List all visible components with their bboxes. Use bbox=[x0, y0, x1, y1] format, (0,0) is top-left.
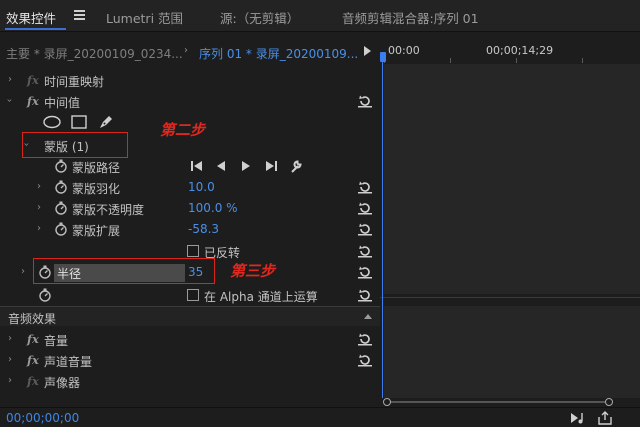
wrench-icon[interactable] bbox=[289, 159, 303, 173]
panel-tab-bar: 效果控件 Lumetri 范围 源:（无剪辑） 音频剪辑混合器:序列 01 bbox=[0, 0, 640, 32]
ruler-start-time: 00:00 bbox=[388, 44, 420, 57]
chevron-right-icon[interactable]: › bbox=[37, 202, 41, 213]
fx-icon[interactable]: fx bbox=[27, 353, 39, 367]
master-clip-label[interactable]: 主要 * 录屏_20200109_0234... bbox=[6, 45, 183, 62]
reset-icon[interactable] bbox=[358, 201, 372, 215]
audio-effects-section[interactable]: 音频效果 bbox=[0, 306, 380, 326]
tab-lumetri-scopes[interactable]: Lumetri 范围 bbox=[106, 8, 183, 27]
track-backward-one-frame-icon[interactable] bbox=[190, 160, 204, 172]
chevron-right-icon[interactable]: › bbox=[8, 333, 12, 344]
stopwatch-icon[interactable] bbox=[54, 159, 68, 173]
time-remap-row[interactable]: › fx 时间重映射 bbox=[0, 70, 380, 91]
reset-icon[interactable] bbox=[358, 180, 372, 194]
scrollbar-left-handle[interactable] bbox=[383, 398, 391, 406]
channel-volume-label: 声道音量 bbox=[44, 355, 93, 369]
track-forward-icon[interactable] bbox=[240, 160, 252, 172]
intermediate-label: 中间值 bbox=[44, 96, 81, 110]
footer-bar: 00;00;00;00 bbox=[0, 407, 640, 427]
channel-volume-row[interactable]: › fx 声道音量 bbox=[0, 350, 380, 371]
clip-header: 主要 * 录屏_20200109_0234... › 序列 01 * 录屏_20… bbox=[0, 42, 380, 62]
panel-menu-icon[interactable] bbox=[74, 10, 85, 20]
reset-icon[interactable] bbox=[358, 288, 372, 302]
tab-source[interactable]: 源:（无剪辑） bbox=[220, 8, 299, 27]
collapse-up-icon[interactable] bbox=[364, 314, 372, 319]
annotation-box-radius bbox=[33, 258, 215, 284]
ruler-tick bbox=[450, 58, 451, 63]
mask-opacity-label: 蒙版不透明度 bbox=[72, 203, 145, 217]
mask-expansion-label: 蒙版扩展 bbox=[72, 224, 121, 238]
chevron-right-icon[interactable]: › bbox=[37, 223, 41, 234]
mask-opacity-row: › 蒙版不透明度 100.0 % bbox=[0, 198, 380, 219]
playhead-line bbox=[382, 62, 383, 398]
stopwatch-icon[interactable] bbox=[38, 288, 52, 302]
ruler-mid-time: 00;00;14;29 bbox=[486, 44, 554, 57]
scrollbar-track[interactable] bbox=[389, 401, 609, 403]
chevron-right-icon: › bbox=[184, 45, 188, 56]
audio-track-bar bbox=[384, 306, 640, 398]
play-triangle-icon[interactable] bbox=[364, 46, 371, 56]
annotation-step-two: 第二步 bbox=[160, 121, 206, 139]
reset-icon[interactable] bbox=[358, 353, 372, 367]
chevron-right-icon[interactable]: › bbox=[8, 74, 12, 85]
panner-row[interactable]: › fx 声像器 bbox=[0, 371, 380, 392]
alpha-label: 在 Alpha 通道上运算 bbox=[204, 290, 318, 304]
chevron-down-icon[interactable]: › bbox=[4, 99, 15, 103]
playhead-handle[interactable] bbox=[380, 52, 386, 62]
rectangle-mask-icon[interactable] bbox=[71, 115, 87, 129]
reset-icon[interactable] bbox=[358, 332, 372, 346]
active-tab-indicator bbox=[5, 28, 66, 30]
mask-feather-label: 蒙版羽化 bbox=[72, 182, 121, 196]
ruler-tick bbox=[582, 58, 583, 63]
mask-feather-row: › 蒙版羽化 10.0 bbox=[0, 177, 380, 198]
chevron-right-icon[interactable]: › bbox=[37, 181, 41, 192]
mask-path-label: 蒙版路径 bbox=[72, 161, 121, 175]
chevron-right-icon[interactable]: › bbox=[21, 266, 25, 277]
fx-icon: fx bbox=[27, 73, 39, 87]
mask-feather-value[interactable]: 10.0 bbox=[188, 180, 215, 194]
sequence-clip-label[interactable]: 序列 01 * 录屏_20200109... bbox=[199, 45, 358, 62]
track-backward-icon[interactable] bbox=[215, 160, 227, 172]
pen-mask-icon[interactable] bbox=[98, 114, 114, 130]
play-audio-only-icon[interactable] bbox=[570, 411, 586, 425]
annotation-box-mask bbox=[22, 132, 128, 158]
ellipse-mask-icon[interactable] bbox=[43, 115, 61, 129]
reset-icon[interactable] bbox=[358, 222, 372, 236]
reset-icon[interactable] bbox=[358, 265, 372, 279]
tab-effect-controls[interactable]: 效果控件 bbox=[6, 8, 56, 27]
chevron-right-icon[interactable]: › bbox=[8, 354, 12, 365]
mask-expansion-value[interactable]: -58.3 bbox=[188, 222, 219, 236]
clip-track-bar bbox=[384, 64, 640, 294]
alpha-checkbox[interactable] bbox=[187, 289, 199, 301]
time-ruler[interactable]: 00:00 00;00;14;29 bbox=[380, 42, 640, 64]
timeline-zoom-scrollbar[interactable] bbox=[383, 398, 615, 406]
fx-icon[interactable]: fx bbox=[27, 94, 39, 108]
reset-icon[interactable] bbox=[358, 244, 372, 258]
scrollbar-right-handle[interactable] bbox=[605, 398, 613, 406]
stopwatch-icon[interactable] bbox=[54, 201, 68, 215]
fx-icon: fx bbox=[27, 374, 39, 388]
chevron-right-icon[interactable]: › bbox=[8, 375, 12, 386]
fx-icon[interactable]: fx bbox=[27, 332, 39, 346]
time-remap-label: 时间重映射 bbox=[44, 75, 105, 89]
reset-icon[interactable] bbox=[358, 94, 372, 108]
inverted-checkbox[interactable] bbox=[187, 245, 199, 257]
track-forward-all-icon[interactable] bbox=[264, 160, 278, 172]
volume-row[interactable]: › fx 音量 bbox=[0, 329, 380, 350]
timeline-divider bbox=[380, 297, 640, 298]
alpha-row: 在 Alpha 通道上运算 bbox=[0, 285, 380, 306]
volume-label: 音量 bbox=[44, 334, 69, 348]
mask-path-row: 蒙版路径 bbox=[0, 156, 380, 177]
current-timecode[interactable]: 00;00;00;00 bbox=[6, 411, 79, 425]
ruler-tick bbox=[516, 58, 517, 63]
annotation-step-three: 第三步 bbox=[230, 262, 276, 280]
audio-effects-title: 音频效果 bbox=[8, 312, 57, 326]
mask-expansion-row: › 蒙版扩展 -58.3 bbox=[0, 219, 380, 240]
stopwatch-icon[interactable] bbox=[54, 222, 68, 236]
export-icon[interactable] bbox=[597, 410, 613, 425]
stopwatch-icon[interactable] bbox=[54, 180, 68, 194]
tab-audio-clip-mixer[interactable]: 音频剪辑混合器:序列 01 bbox=[342, 8, 479, 27]
mask-opacity-value[interactable]: 100.0 % bbox=[188, 201, 238, 215]
panner-label: 声像器 bbox=[44, 376, 81, 390]
intermediate-effect-row[interactable]: › fx 中间值 bbox=[0, 91, 380, 112]
